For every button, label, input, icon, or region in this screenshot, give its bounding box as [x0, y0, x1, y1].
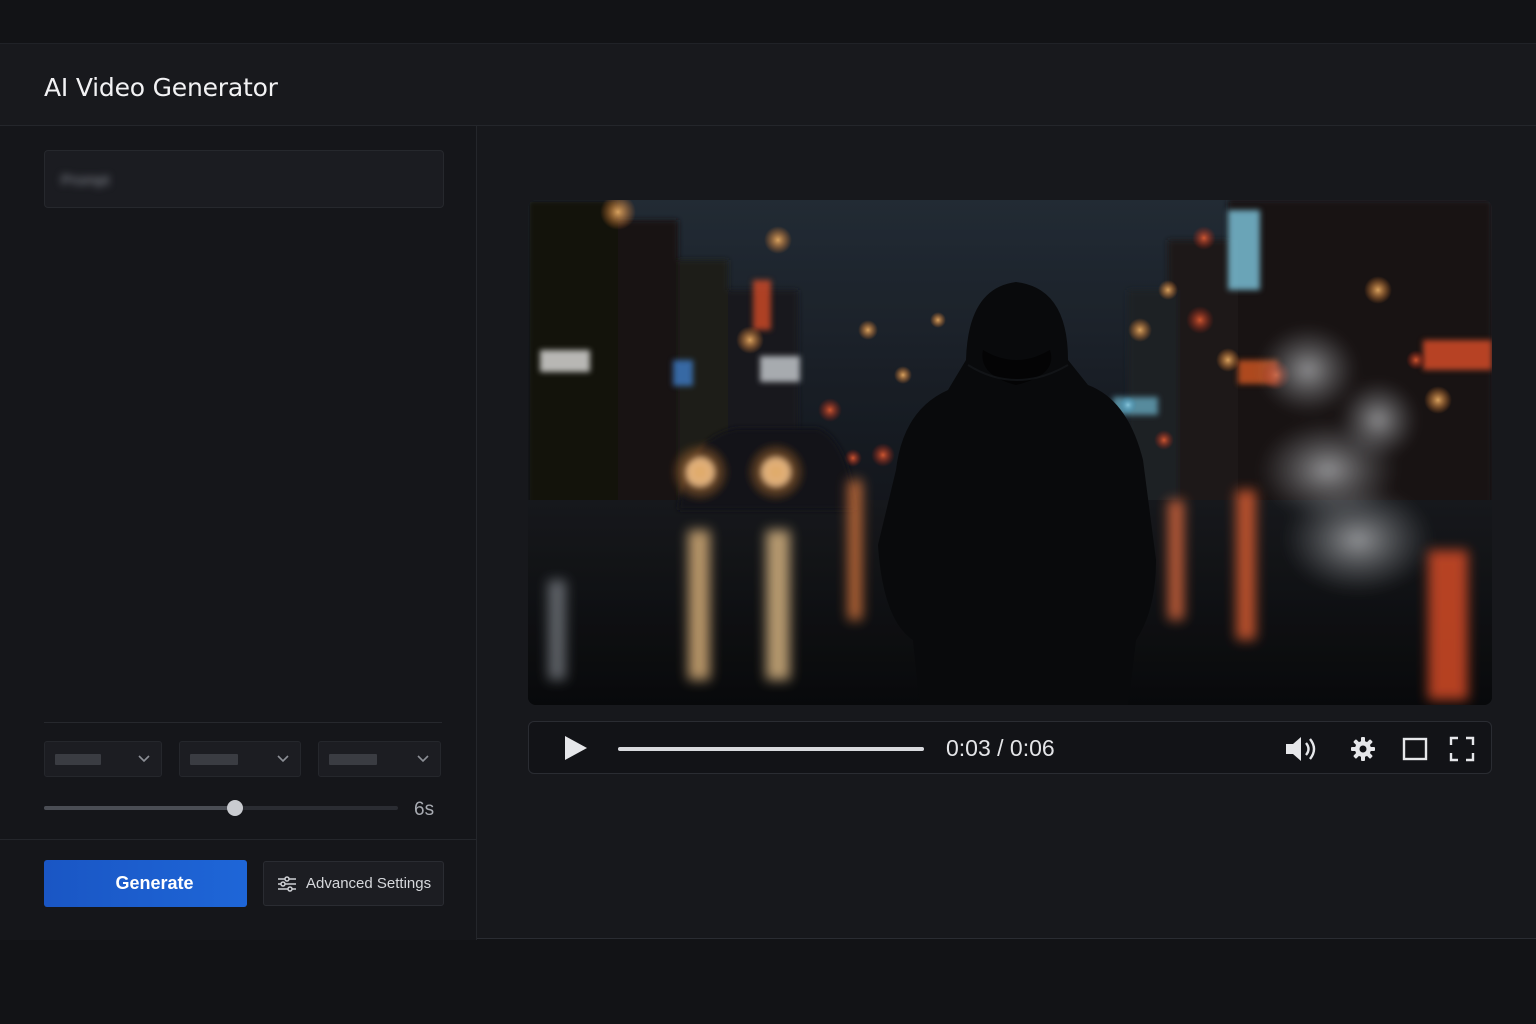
video-frame-image	[528, 200, 1492, 705]
advanced-settings-label: Advanced Settings	[306, 875, 432, 892]
slider-fill	[44, 806, 236, 810]
play-icon[interactable]	[561, 734, 589, 762]
theater-mode-icon[interactable]	[1401, 735, 1429, 763]
video-preview[interactable]	[528, 200, 1492, 705]
duration-value: 6s	[414, 799, 435, 820]
fullscreen-icon[interactable]	[1448, 735, 1476, 763]
advanced-settings-button[interactable]: Advanced Settings	[263, 861, 444, 906]
chevron-down-icon	[417, 755, 429, 763]
prompt-input[interactable]: Prompt	[44, 150, 444, 208]
chevron-down-icon	[277, 755, 289, 763]
gear-icon[interactable]	[1349, 735, 1377, 763]
select-value	[55, 754, 101, 765]
select-value	[190, 754, 238, 765]
sliders-icon	[278, 876, 296, 892]
time-display: 0:03 / 0:06	[946, 735, 1055, 761]
sidebar: Prompt 6s Generate Advanced Settings	[0, 126, 477, 940]
select-value	[329, 754, 377, 765]
app-window: AI Video Generator Prompt 6s Generate Ad…	[0, 43, 1536, 940]
divider	[44, 722, 442, 723]
player-controls: 0:03 / 0:06	[528, 721, 1492, 774]
chevron-down-icon	[138, 755, 150, 763]
page-title: AI Video Generator	[44, 73, 278, 102]
duration-slider[interactable]	[44, 800, 398, 816]
select-1[interactable]	[44, 741, 162, 777]
footer-divider	[0, 839, 477, 840]
slider-thumb[interactable]	[227, 800, 244, 816]
generate-button[interactable]: Generate	[44, 860, 247, 907]
progress-fill	[618, 747, 924, 751]
select-2[interactable]	[179, 741, 301, 777]
select-3[interactable]	[318, 741, 441, 777]
progress-bar[interactable]	[618, 747, 924, 751]
prompt-text: Prompt	[61, 172, 110, 189]
header: AI Video Generator	[0, 44, 1536, 126]
volume-icon[interactable]	[1284, 735, 1322, 763]
